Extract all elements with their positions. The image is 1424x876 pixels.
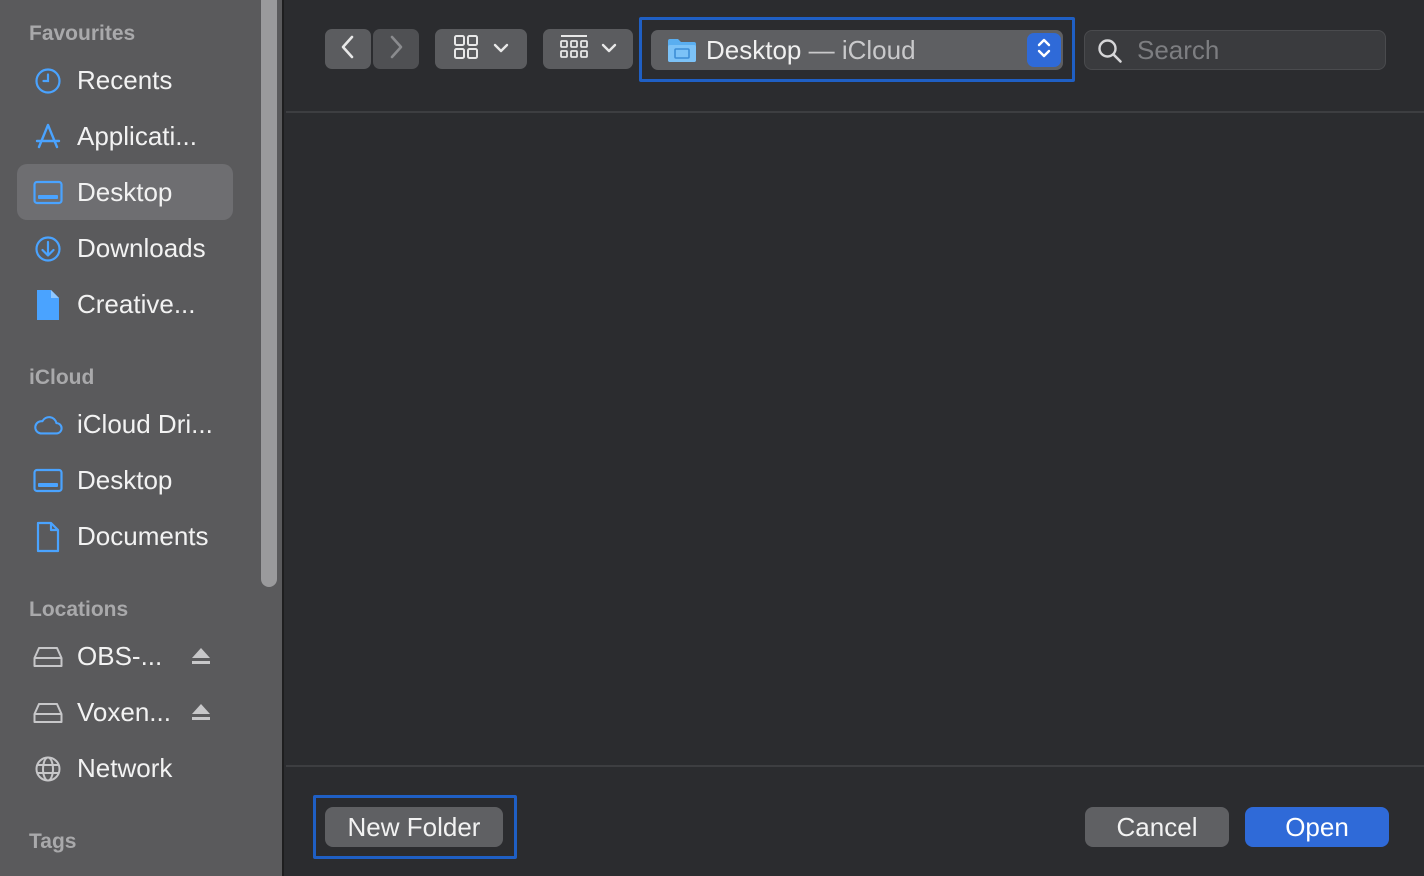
- up-down-chevron-icon: [1036, 35, 1052, 66]
- sidebar-item-label: Applicati...: [77, 121, 197, 151]
- sidebar-item-label: Creative...: [77, 289, 196, 319]
- search-field[interactable]: [1084, 30, 1386, 70]
- back-button[interactable]: [325, 29, 371, 69]
- desktop-icon: [33, 178, 63, 208]
- group-grid-icon: [559, 34, 589, 65]
- sidebar-section-icloud: iCloud: [29, 366, 95, 389]
- icon-view-icon: [453, 34, 479, 65]
- sidebar-item-label: Recents: [77, 65, 173, 95]
- document-icon: [33, 290, 63, 320]
- sidebar-item-documents[interactable]: Documents: [17, 508, 233, 564]
- globe-icon: [33, 754, 63, 784]
- drive-icon: [33, 698, 63, 728]
- sidebar-item-obs[interactable]: OBS-...: [17, 628, 233, 684]
- sidebar-item-desktop[interactable]: Desktop: [17, 164, 233, 220]
- sidebar-item-voxen[interactable]: Voxen...: [17, 684, 233, 740]
- forward-button[interactable]: [373, 29, 419, 69]
- sidebar-section-locations: Locations: [29, 598, 129, 621]
- eject-icon[interactable]: [189, 700, 213, 724]
- chevron-left-icon: [340, 35, 356, 64]
- sidebar-item-label: Network: [77, 753, 173, 783]
- download-icon: [33, 234, 63, 264]
- cloud-icon: [33, 410, 63, 440]
- sidebar-item-label: OBS-...: [77, 641, 163, 671]
- eject-icon[interactable]: [189, 644, 213, 668]
- toolbar-divider: [286, 111, 1424, 113]
- location-name: Desktop: [706, 35, 802, 65]
- clock-icon: [33, 66, 63, 96]
- sidebar-item-recents[interactable]: Recents: [17, 52, 233, 108]
- open-button[interactable]: Open: [1245, 807, 1389, 847]
- sidebar-item-label: Documents: [77, 521, 209, 551]
- document-icon: [33, 521, 63, 553]
- sidebar-item-icloud-desktop[interactable]: Desktop: [17, 452, 233, 508]
- chevron-down-icon: [601, 40, 617, 58]
- search-icon: [1097, 38, 1123, 69]
- footer-divider: [286, 765, 1424, 767]
- sidebar-item-downloads[interactable]: Downloads: [17, 220, 233, 276]
- sidebar-scrollbar[interactable]: [261, 0, 277, 587]
- sidebar: Favourites Recents Applicati... Desktop …: [0, 0, 284, 876]
- sidebar-item-label: Desktop: [77, 465, 173, 495]
- sidebar-section-tags: Tags: [29, 830, 77, 853]
- sidebar-item-label: Downloads: [77, 233, 206, 263]
- drive-icon: [33, 642, 63, 672]
- chevron-down-icon: [493, 40, 509, 58]
- group-by-button[interactable]: [543, 29, 633, 69]
- sidebar-item-creative[interactable]: Creative...: [17, 276, 233, 332]
- new-folder-button[interactable]: New Folder: [325, 807, 503, 847]
- sidebar-item-network[interactable]: Network: [17, 740, 233, 796]
- sidebar-item-label: Voxen...: [77, 697, 171, 727]
- location-popup-stepper[interactable]: [1027, 33, 1061, 67]
- search-input[interactable]: [1137, 31, 1377, 69]
- sidebar-item-applications[interactable]: Applicati...: [17, 108, 233, 164]
- cancel-button[interactable]: Cancel: [1085, 807, 1229, 847]
- sidebar-section-favourites: Favourites: [29, 22, 136, 45]
- file-browser-area[interactable]: [286, 0, 1424, 876]
- location-source: — iCloud: [801, 35, 916, 65]
- desktop-icon: [33, 466, 63, 496]
- chevron-right-icon: [388, 35, 404, 64]
- location-popup[interactable]: Desktop — iCloud: [651, 30, 1063, 70]
- sidebar-item-label: Desktop: [77, 177, 173, 207]
- sidebar-item-label: iCloud Dri...: [77, 409, 213, 439]
- folder-icon: [667, 37, 697, 68]
- sidebar-item-icloud-drive[interactable]: iCloud Dri...: [17, 396, 233, 452]
- applications-icon: [33, 122, 63, 152]
- view-mode-button[interactable]: [435, 29, 527, 69]
- location-path-label: Desktop — iCloud: [706, 30, 916, 70]
